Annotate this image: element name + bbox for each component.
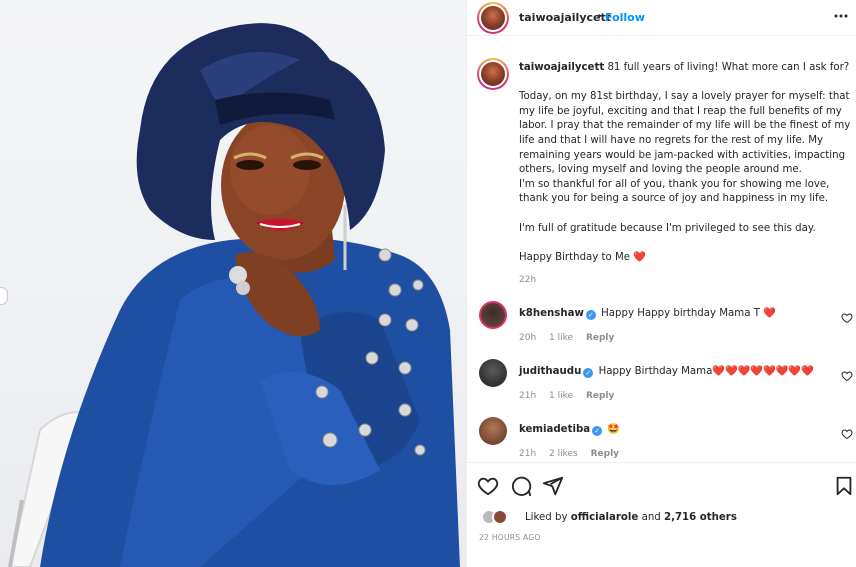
likes-count[interactable]: 2,716 others (664, 512, 737, 523)
comment-text: judithaudu ✓ Happy Birthday Mama❤️❤️❤️❤️❤… (519, 366, 814, 378)
comment-item: k8henshaw ✓ Happy Happy birthday Mama T ❤… (467, 301, 856, 347)
comment-likes[interactable]: 2 likes (549, 449, 578, 459)
post-caption: taiwoajailycett 81 full years of living!… (519, 61, 853, 265)
comment-text: k8henshaw ✓ Happy Happy birthday Mama T ❤… (519, 308, 776, 320)
comment-emoji: 🤩 (607, 424, 621, 435)
comment-time[interactable]: 21h (519, 449, 536, 459)
caption-avatar[interactable] (477, 58, 509, 90)
commenter-username[interactable]: kemiadetiba (519, 424, 590, 435)
verified-icon: ✓ (585, 310, 596, 320)
liker-avatar (492, 509, 508, 525)
caption-paragraph-1: Today, on my 81st birthday, I say a love… (519, 91, 851, 176)
header-separator: • (596, 10, 603, 23)
commenter-avatar[interactable] (479, 359, 507, 387)
verified-icon: ✓ (592, 426, 603, 436)
share-icon[interactable] (542, 475, 564, 497)
more-icon[interactable] (833, 8, 849, 24)
reply-button[interactable]: Reply (586, 391, 614, 401)
heart-emoji: ❤️ (633, 251, 647, 263)
comment-emoji: ❤️❤️❤️❤️❤️❤️❤️❤️ (712, 366, 814, 377)
reply-button[interactable]: Reply (591, 449, 619, 459)
liker-username[interactable]: officialarole (571, 512, 639, 523)
caption-paragraph-4: Happy Birthday to Me (519, 251, 631, 263)
commenter-username[interactable]: judithaudu (519, 366, 581, 377)
post-time-ago[interactable]: 22 HOURS AGO (479, 533, 541, 542)
comment-meta: 20h 1 like Reply (519, 333, 624, 343)
heart-icon[interactable] (841, 428, 853, 440)
comment-likes[interactable]: 1 like (549, 333, 573, 343)
caption-paragraph-2: I'm so thankful for all of you, thank yo… (519, 178, 830, 205)
author-avatar[interactable] (477, 2, 509, 34)
comment-likes[interactable]: 1 like (549, 391, 573, 401)
caption-username[interactable]: taiwoajailycett (519, 62, 604, 73)
verified-icon: ✓ (583, 368, 594, 378)
comment-meta: 21h 1 like Reply (519, 391, 624, 401)
comments-scroll[interactable]: taiwoajailycett 81 full years of living!… (467, 47, 856, 462)
comment-meta: 21h 2 likes Reply (519, 449, 629, 459)
comment-emoji: ❤️ (763, 308, 776, 319)
comment-item: judithaudu ✓ Happy Birthday Mama❤️❤️❤️❤️❤… (467, 359, 856, 405)
heart-icon[interactable] (841, 312, 853, 324)
comment-time[interactable]: 20h (519, 333, 536, 343)
caption-paragraph-3: I'm full of gratitude because I'm privil… (519, 222, 816, 234)
reply-button[interactable]: Reply (586, 333, 614, 343)
comment-body: Happy Birthday Mama (598, 366, 713, 377)
comment-time[interactable]: 21h (519, 391, 536, 401)
caption-first-line: 81 full years of living! What more can I… (607, 62, 850, 73)
likes-summary: Liked by officialarole and 2,716 others (525, 512, 737, 523)
follow-button[interactable]: Follow (605, 11, 645, 24)
comment-body: Happy Happy birthday Mama T (601, 308, 760, 319)
commenter-avatar[interactable] (479, 417, 507, 445)
post-header: taiwoajailycett • Follow (467, 0, 856, 36)
commenter-username[interactable]: k8henshaw (519, 308, 584, 319)
bookmark-icon[interactable] (833, 475, 855, 497)
post-photo[interactable] (0, 0, 466, 567)
portrait-illustration (8, 23, 460, 567)
commenter-avatar[interactable] (479, 301, 507, 329)
comment-text: kemiadetiba ✓ 🤩 (519, 424, 620, 436)
post-side-panel: taiwoajailycett • Follow taiwoajailycett… (466, 0, 856, 567)
heart-icon[interactable] (477, 475, 499, 497)
comment-icon[interactable] (510, 475, 532, 497)
caption-timestamp[interactable]: 22h (519, 275, 536, 285)
comment-item: kemiadetiba ✓ 🤩 21h 2 likes Reply (467, 417, 856, 463)
heart-icon[interactable] (841, 370, 853, 382)
post-actions: Liked by officialarole and 2,716 others … (467, 462, 856, 567)
